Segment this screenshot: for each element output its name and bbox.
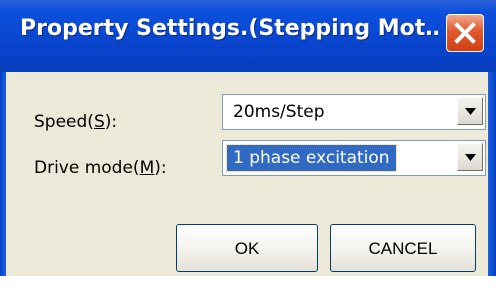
drive-mode-mnemonic: M — [139, 158, 155, 178]
speed-label: Speed(S): — [34, 112, 118, 132]
dialog-body: Speed(S): 20ms/Step Drive mode(M): 1 pha… — [6, 72, 488, 276]
cancel-button-label: CANCEL — [368, 239, 438, 258]
speed-mnemonic: S — [93, 112, 105, 132]
drive-mode-dropdown[interactable]: 1 phase excitation — [222, 140, 486, 176]
window-frame-right — [488, 72, 496, 276]
chevron-down-icon — [465, 154, 476, 161]
ok-button[interactable]: OK — [176, 224, 318, 272]
dialog-title: Property Settings.(Stepping Mot… — [20, 16, 438, 41]
ok-button-label: OK — [234, 239, 260, 258]
close-button[interactable] — [446, 14, 484, 52]
chevron-down-icon — [465, 108, 476, 115]
drive-mode-value: 1 phase excitation — [226, 144, 397, 172]
dialog-window: Property Settings.(Stepping Mot… Speed(S… — [0, 0, 496, 276]
speed-dropdown-button[interactable] — [457, 97, 483, 125]
drive-mode-label: Drive mode(M): — [34, 158, 167, 178]
title-bar[interactable]: Property Settings.(Stepping Mot… — [0, 0, 496, 72]
speed-dropdown[interactable]: 20ms/Step — [222, 94, 486, 130]
close-icon — [454, 22, 476, 44]
drive-mode-dropdown-button[interactable] — [457, 143, 483, 171]
speed-value: 20ms/Step — [233, 102, 325, 122]
cancel-button[interactable]: CANCEL — [330, 224, 476, 272]
